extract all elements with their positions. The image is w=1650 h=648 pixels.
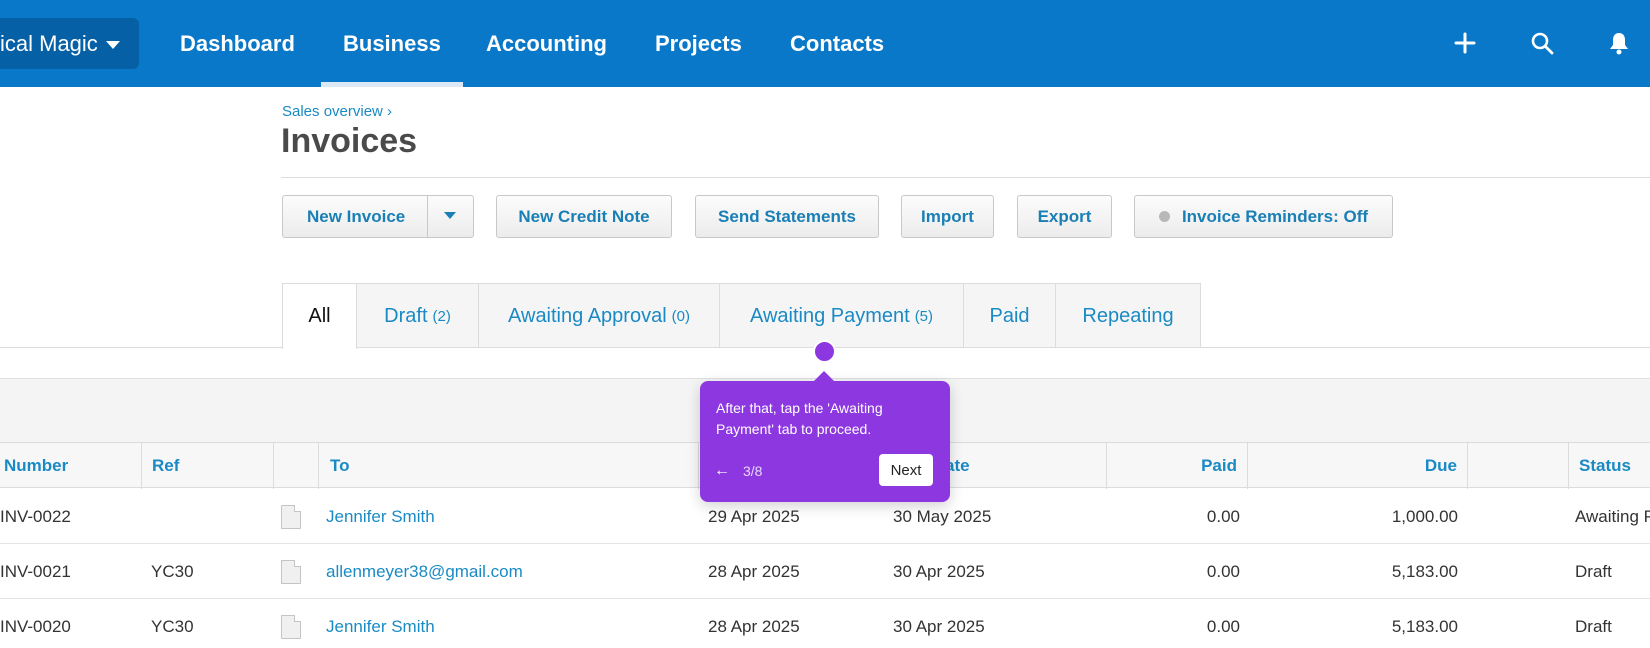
divider (281, 177, 1650, 178)
guide-tooltip: After that, tap the 'Awaiting Payment' t… (700, 371, 950, 502)
invoice-due-date: 30 Apr 2025 (893, 616, 985, 636)
tab-paid-label: Paid (989, 304, 1030, 327)
invoice-date: 28 Apr 2025 (708, 616, 800, 636)
page-title: Invoices (281, 122, 418, 160)
invoice-due: 1,000.00 (1391, 506, 1458, 526)
tab-awaiting-approval[interactable]: Awaiting Approval (0) (478, 283, 720, 348)
new-credit-note-button[interactable]: New Credit Note (496, 195, 672, 238)
invoice-date: 28 Apr 2025 (708, 561, 800, 581)
tab-draft-count: (2) (432, 307, 451, 325)
tab-awaiting-approval-label: Awaiting Approval (508, 304, 667, 327)
invoice-contact-link[interactable]: Jennifer Smith (326, 489, 696, 544)
document-icon (281, 505, 301, 529)
guide-text: After that, tap the 'Awaiting Payment' t… (716, 400, 883, 437)
invoice-reminders-label: Invoice Reminders: Off (1181, 206, 1369, 226)
tab-repeating-label: Repeating (1082, 304, 1174, 327)
invoice-status: Awaiting P (1575, 506, 1650, 526)
nav-business[interactable]: Business (321, 0, 463, 87)
invoice-due: 5,183.00 (1391, 561, 1458, 581)
org-name: ical Magic (0, 30, 98, 56)
invoice-contact-link[interactable]: Jennifer Smith (326, 599, 696, 648)
invoice-due-date: 30 Apr 2025 (893, 561, 985, 581)
nav-contacts[interactable]: Contacts (790, 0, 884, 87)
invoice-contact-link[interactable]: allenmeyer38@gmail.com (326, 544, 696, 599)
tab-awaiting-payment[interactable]: Awaiting Payment (5) (719, 283, 964, 348)
invoice-ref: YC30 (151, 616, 194, 636)
tab-all[interactable]: All (282, 283, 357, 349)
invoice-paid: 0.00 (1206, 561, 1240, 581)
tab-all-label: All (308, 305, 331, 327)
invoice-due: 5,183.00 (1391, 616, 1458, 636)
split-divider (427, 196, 428, 237)
guide-step-counter: 3/8 (743, 463, 763, 479)
table-row[interactable]: INV-0021 YC30 allenmeyer38@gmail.com 28 … (0, 544, 1650, 599)
column-spacer (1468, 443, 1569, 489)
nav-accounting[interactable]: Accounting (486, 0, 607, 87)
tab-awaiting-payment-count: (5) (914, 307, 934, 325)
bell-icon[interactable] (1600, 24, 1638, 62)
tab-draft[interactable]: Draft (2) (356, 283, 479, 348)
invoice-status: Draft (1575, 616, 1612, 636)
guide-next-button[interactable]: Next (879, 454, 933, 486)
org-switcher[interactable]: ical Magic (0, 18, 139, 69)
import-button[interactable]: Import (901, 195, 994, 238)
top-nav-bar: ical Magic Dashboard Business Accounting… (0, 0, 1650, 87)
status-dot-icon (1158, 211, 1170, 222)
breadcrumb-sales-overview[interactable]: Sales overview › (282, 103, 392, 120)
column-status[interactable]: Status (1569, 443, 1650, 489)
column-icon (274, 443, 319, 489)
invoice-number: INV-0022 (0, 506, 71, 526)
tab-draft-label: Draft (384, 304, 428, 327)
invoice-status: Draft (1575, 561, 1612, 581)
invoice-paid: 0.00 (1206, 616, 1240, 636)
tab-repeating[interactable]: Repeating (1055, 283, 1201, 348)
column-due[interactable]: Due (1248, 443, 1468, 489)
caret-down-icon (105, 40, 120, 49)
table-row[interactable]: INV-0020 YC30 Jennifer Smith 28 Apr 2025… (0, 599, 1650, 648)
send-statements-button[interactable]: Send Statements (695, 195, 879, 238)
nav-dashboard[interactable]: Dashboard (180, 0, 295, 87)
invoice-tabs: All Draft (2) Awaiting Approval (0) Awai… (0, 283, 1650, 349)
tab-paid[interactable]: Paid (963, 283, 1056, 348)
invoice-paid: 0.00 (1206, 506, 1240, 526)
invoice-ref: YC30 (151, 561, 194, 581)
column-number[interactable]: Number (0, 443, 142, 489)
invoice-number: INV-0021 (0, 561, 71, 581)
guide-hotspot[interactable] (813, 340, 836, 363)
tab-awaiting-approval-count: (0) (671, 307, 690, 325)
search-icon[interactable] (1523, 24, 1561, 62)
nav-projects[interactable]: Projects (655, 0, 742, 87)
export-button[interactable]: Export (1017, 195, 1112, 238)
invoice-ref (151, 489, 271, 544)
column-ref[interactable]: Ref (142, 443, 274, 489)
new-invoice-split-button: New Invoice (282, 195, 474, 238)
new-invoice-button[interactable]: New Invoice (307, 207, 405, 227)
document-icon (281, 615, 301, 639)
plus-icon[interactable] (1446, 24, 1484, 62)
arrow-left-icon[interactable]: ← (714, 462, 730, 480)
tab-awaiting-payment-label: Awaiting Payment (749, 304, 910, 327)
invoice-reminders-button[interactable]: Invoice Reminders: Off (1134, 195, 1393, 238)
document-icon (281, 560, 301, 584)
invoice-number: INV-0020 (0, 616, 71, 636)
column-to[interactable]: To (319, 443, 699, 489)
chevron-down-icon[interactable] (444, 212, 456, 219)
column-paid[interactable]: Paid (1107, 443, 1248, 489)
